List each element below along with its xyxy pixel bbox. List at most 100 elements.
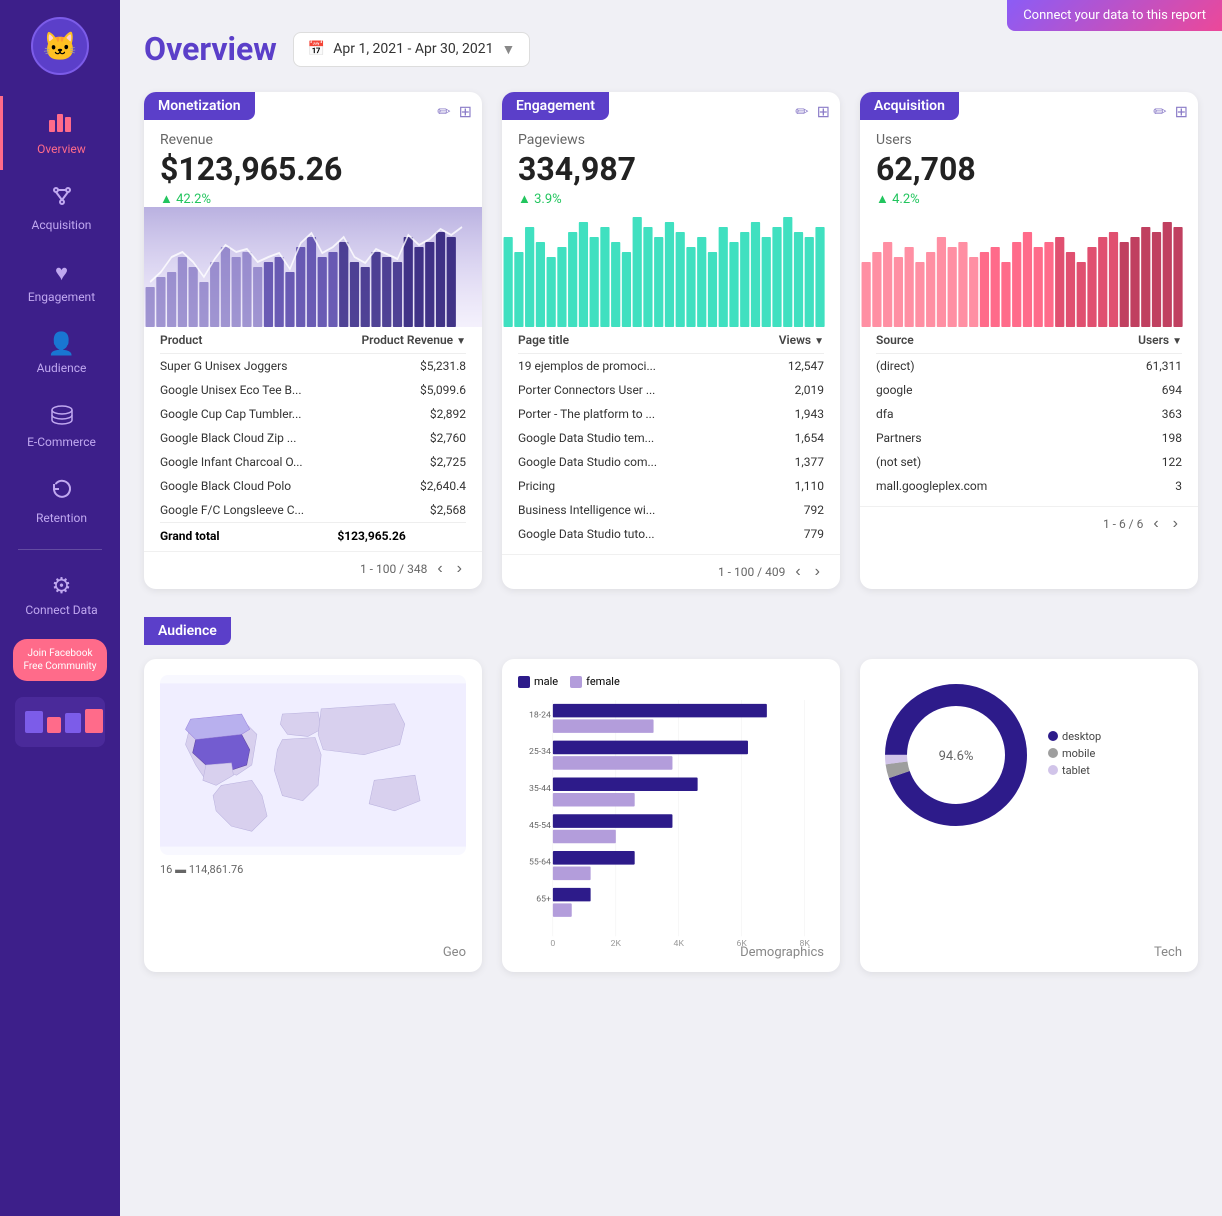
prev-page-button[interactable]: ‹ [1149, 513, 1162, 535]
sidebar-item-retention[interactable]: Retention [0, 463, 120, 539]
sidebar-item-label: Audience [37, 361, 87, 375]
monetization-table: Product Product Revenue ▼ Super G Unisex… [144, 327, 482, 551]
svg-text:0: 0 [550, 939, 555, 948]
date-range: Apr 1, 2021 - Apr 30, 2021 [333, 41, 493, 57]
logo: 🐱 [30, 16, 90, 76]
donut-chart-area: 94.6% desktop mobile table [876, 675, 1182, 835]
export-icon[interactable]: ⊞ [1175, 102, 1188, 121]
svg-text:4K: 4K [674, 939, 685, 948]
table-row: Google Black Cloud Zip ...$2,760 [160, 426, 466, 450]
gear-icon: ⚙ [52, 574, 72, 599]
refresh-icon [50, 477, 74, 507]
revenue-change: 42.2% [160, 191, 466, 207]
mobile-dot [1048, 748, 1058, 758]
acquisition-card: Acquisition ✏ ⊞ Users 62,708 4.2% [860, 92, 1198, 589]
sidebar-item-acquisition[interactable]: Acquisition [0, 170, 120, 246]
sidebar-item-engagement[interactable]: ♥ Engagement [0, 246, 120, 318]
pageviews-value: 334,987 [518, 152, 824, 187]
sidebar-item-label: Retention [36, 511, 87, 525]
table-row: Google Infant Charcoal O...$2,725 [160, 450, 466, 474]
geo-card: 16 ▬ 114,861.76 Geo [144, 659, 482, 972]
acquisition-metric: Users 62,708 4.2% [860, 120, 1198, 207]
users-col-header: Users ▼ [1095, 327, 1182, 354]
export-icon[interactable]: ⊞ [817, 102, 830, 121]
audience-section: Audience [144, 617, 1198, 972]
prev-page-button[interactable]: ‹ [433, 558, 446, 580]
desktop-legend: desktop [1048, 730, 1101, 743]
acquisition-pagination: 1 - 6 / 6 ‹ › [860, 506, 1198, 541]
tablet-legend: tablet [1048, 764, 1101, 777]
sidebar-item-ecommerce[interactable]: E-Commerce [0, 389, 120, 463]
monetization-badge: Monetization [144, 92, 255, 120]
next-page-button[interactable]: › [811, 561, 824, 583]
male-legend: male [518, 675, 558, 688]
tech-label: Tech [1154, 945, 1182, 960]
engagement-badge: Engagement [502, 92, 609, 120]
calendar-icon: 📅 [308, 41, 325, 57]
revenue-value: $123,965.26 [160, 152, 466, 187]
monetization-metric: Revenue $123,965.26 42.2% [144, 120, 482, 207]
sidebar-item-audience[interactable]: 👤 Audience [0, 318, 120, 389]
bar-chart-icon [49, 110, 75, 138]
acquisition-table: Source Users ▼ (direct)61,311google694df… [860, 327, 1198, 506]
table-row: Business Intelligence wi...792 [518, 498, 824, 522]
grand-total-row: Grand total $123,965.26 [160, 523, 466, 544]
promo-card [15, 697, 105, 747]
tablet-dot [1048, 765, 1058, 775]
users-change: 4.2% [876, 191, 1182, 207]
table-row: dfa363 [876, 402, 1182, 426]
demographics-label: Demographics [740, 945, 824, 960]
table-row: 19 ejemplos de promoci...12,547 [518, 354, 824, 379]
sidebar-item-label: Acquisition [32, 218, 92, 232]
join-facebook-button[interactable]: Join Facebook Free Community [13, 639, 106, 681]
svg-text:55-64: 55-64 [529, 858, 551, 868]
edit-icon[interactable]: ✏ [1153, 102, 1166, 121]
geo-footer: 16 ▬ 114,861.76 [160, 863, 466, 876]
table-row: Pricing1,110 [518, 474, 824, 498]
table-row: Google Data Studio tuto...779 [518, 522, 824, 546]
table-row: Google Data Studio com...1,377 [518, 450, 824, 474]
engagement-metric: Pageviews 334,987 3.9% [502, 120, 840, 207]
svg-text:45-54: 45-54 [529, 821, 551, 831]
donut-legend: desktop mobile tablet [1048, 730, 1101, 781]
table-row: (not set)122 [876, 450, 1182, 474]
date-picker[interactable]: 📅 Apr 1, 2021 - Apr 30, 2021 ▼ [293, 32, 531, 67]
source-col-header: Source [876, 327, 1095, 354]
monetization-pagination: 1 - 100 / 348 ‹ › [144, 551, 482, 586]
table-row: Google Black Cloud Polo$2,640.4 [160, 474, 466, 498]
table-row: (direct)61,311 [876, 354, 1182, 379]
sidebar-divider [18, 549, 102, 550]
audience-grid: 16 ▬ 114,861.76 Geo male female 02K4K6K8… [144, 659, 1198, 972]
next-page-button[interactable]: › [1169, 513, 1182, 535]
table-row: Porter - The platform to ...1,943 [518, 402, 824, 426]
monetization-chart [144, 207, 482, 327]
table-row: Google Cup Cap Tumbler...$2,892 [160, 402, 466, 426]
edit-icon[interactable]: ✏ [795, 102, 808, 121]
sidebar-item-label: E-Commerce [27, 435, 96, 449]
acquisition-icon [50, 184, 74, 214]
svg-text:65+: 65+ [536, 895, 551, 905]
sidebar-item-label: Connect Data [25, 603, 97, 617]
revenue-label: Revenue [160, 132, 466, 148]
export-icon[interactable]: ⊞ [459, 102, 472, 121]
male-dot [518, 676, 530, 688]
next-page-button[interactable]: › [453, 558, 466, 580]
prev-page-button[interactable]: ‹ [791, 561, 804, 583]
acquisition-chart [860, 207, 1198, 327]
users-value: 62,708 [876, 152, 1182, 187]
coins-icon [49, 403, 75, 431]
svg-text:18-24: 18-24 [529, 711, 551, 721]
sidebar: 🐱 Overview Acquisition ♥ Engagement 👤 Au… [0, 0, 120, 1216]
tech-card: 94.6% desktop mobile table [860, 659, 1198, 972]
edit-icon[interactable]: ✏ [437, 102, 450, 121]
card-actions: ✏ ⊞ [795, 102, 830, 121]
desktop-dot [1048, 731, 1058, 741]
mobile-legend: mobile [1048, 747, 1101, 760]
connect-data-banner[interactable]: Connect your data to this report [1007, 0, 1222, 31]
heart-icon: ♥ [55, 260, 68, 286]
table-row: Partners198 [876, 426, 1182, 450]
sidebar-item-overview[interactable]: Overview [0, 96, 120, 170]
sidebar-item-connect-data[interactable]: ⚙ Connect Data [0, 560, 120, 631]
demo-legend: male female [518, 675, 824, 688]
table-row: Porter Connectors User ...2,019 [518, 378, 824, 402]
